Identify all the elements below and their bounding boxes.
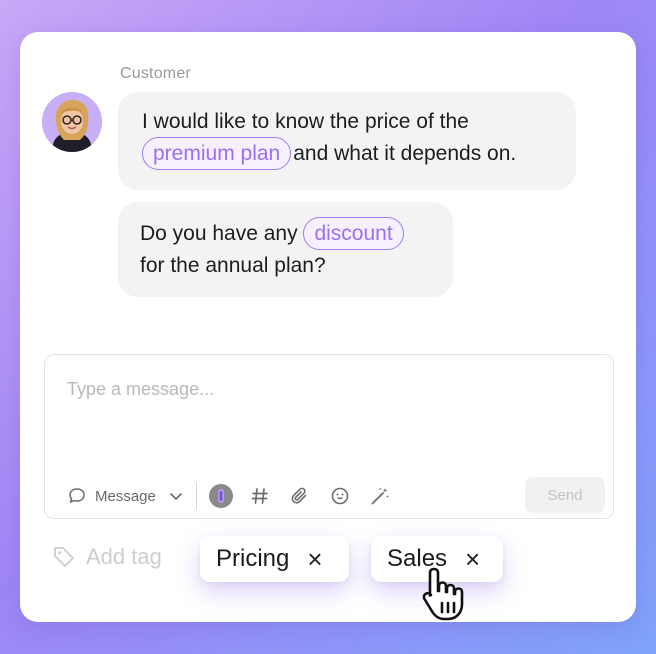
message-composer[interactable]: Type a message... Message Send xyxy=(44,354,614,519)
hashtag-icon xyxy=(252,488,269,504)
send-button[interactable]: Send xyxy=(525,477,605,513)
ai-assistant-button[interactable] xyxy=(207,481,235,511)
keyword-chip-premium-plan[interactable]: premium plan xyxy=(142,137,292,170)
magic-wand-icon xyxy=(371,487,390,505)
attachment-button[interactable] xyxy=(287,481,313,511)
customer-avatar-image xyxy=(42,92,102,152)
chat-bubble-icon xyxy=(69,488,85,503)
keyword-chip-discount[interactable]: discount xyxy=(303,217,404,250)
message-bubble-2: Do you have any discount for the annual … xyxy=(118,202,453,297)
sender-label: Customer xyxy=(120,65,191,82)
hand-pointer-cursor-icon xyxy=(420,565,480,630)
remove-tag-pricing-icon[interactable]: × xyxy=(307,546,322,572)
message-type-label: Message xyxy=(95,487,156,505)
emoji-button[interactable] xyxy=(327,481,353,511)
message-type-dropdown[interactable]: Message xyxy=(67,481,184,511)
add-tag-label: Add tag xyxy=(86,544,162,569)
tag-label: Pricing xyxy=(216,545,290,572)
add-tag-button[interactable]: Add tag xyxy=(52,544,162,570)
ai-icon xyxy=(209,484,234,508)
chat-card: Customer I would like to know the price … xyxy=(20,32,636,622)
tag-icon xyxy=(54,547,74,567)
message-2-line-2: for the annual plan? xyxy=(140,254,326,277)
message-input[interactable]: Type a message... xyxy=(67,379,214,400)
hashtag-button[interactable] xyxy=(247,481,273,511)
message-2-line-1-text: Do you have any xyxy=(140,222,298,245)
message-2-line-1: Do you have any discount xyxy=(140,217,431,250)
message-1-line-2: premium plan and what it depends on. xyxy=(142,137,560,170)
attachment-icon xyxy=(291,487,307,504)
message-1-line-2-text: and what it depends on. xyxy=(293,142,517,165)
magic-wand-button[interactable] xyxy=(367,481,393,511)
message-1-line-1: I would like to know the price of the xyxy=(142,110,469,133)
chevron-down-icon xyxy=(170,493,182,500)
toolbar-divider xyxy=(195,483,198,509)
tag-pricing: Pricing × xyxy=(200,536,349,582)
avatar xyxy=(42,92,102,152)
composer-toolbar: Message xyxy=(67,481,393,511)
emoji-icon xyxy=(332,487,349,505)
message-bubble-1: I would like to know the price of the pr… xyxy=(118,92,576,190)
